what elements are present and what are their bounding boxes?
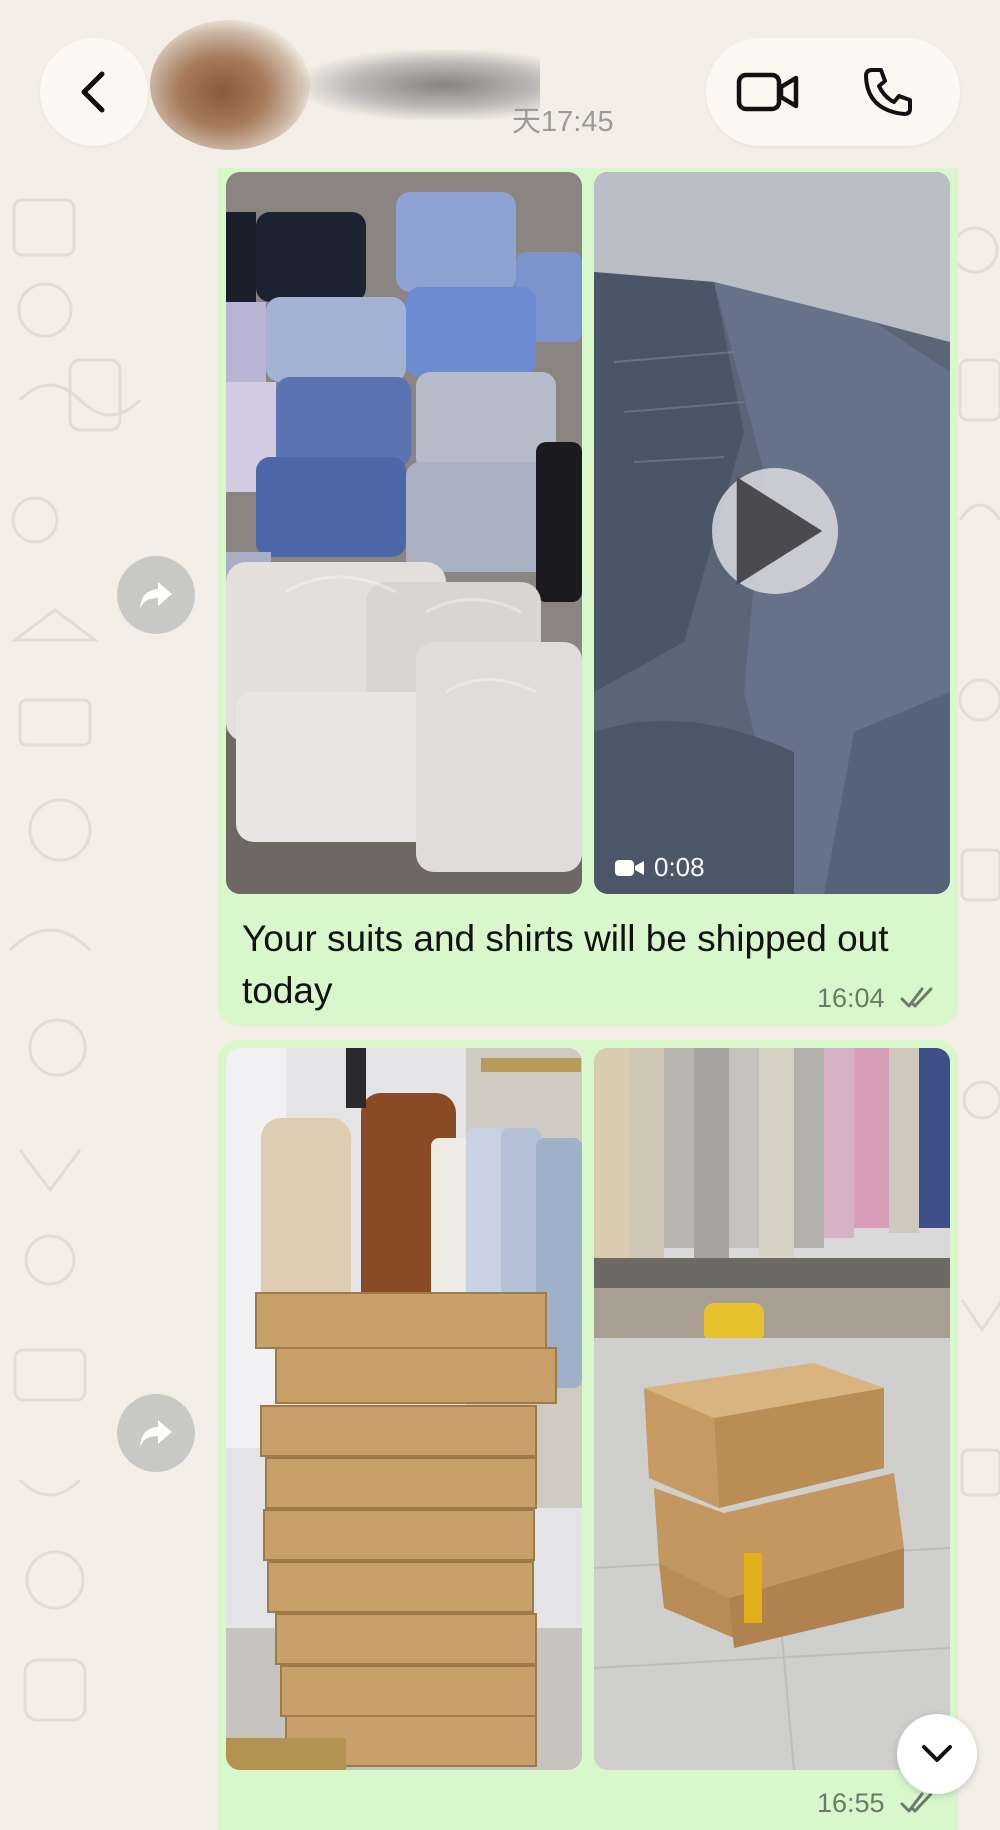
contact-avatar-redacted (150, 20, 310, 150)
video-duration-text: 0:08 (654, 852, 705, 882)
forward-button[interactable] (117, 556, 195, 634)
scroll-to-bottom-button[interactable] (897, 1714, 977, 1794)
back-button[interactable] (40, 38, 148, 146)
contact-info[interactable]: 天17:45 (150, 20, 710, 150)
play-icon (736, 477, 823, 585)
voice-call-button[interactable] (856, 60, 920, 124)
forward-button[interactable] (117, 1394, 195, 1472)
message-text: Your suits and shirts will be shipped ou… (242, 918, 889, 1011)
shirts-photo (226, 172, 582, 894)
double-check-icon (900, 987, 933, 1008)
video-camera-small-icon (615, 859, 644, 876)
photo-attachment[interactable] (226, 172, 582, 894)
forward-arrow-icon (140, 582, 172, 609)
chevron-left-icon (81, 71, 105, 113)
chevron-down-icon (922, 1745, 952, 1762)
stacked-boxes-photo (226, 1048, 582, 1770)
boxes-suit-rack-photo (594, 1048, 950, 1770)
video-camera-icon (736, 72, 799, 112)
photo-attachment[interactable] (594, 1048, 950, 1770)
video-attachment[interactable]: 0:08 (594, 172, 950, 894)
video-duration: 0:08 (614, 852, 705, 883)
forward-arrow-icon (140, 1420, 172, 1447)
double-check-icon (900, 1792, 933, 1813)
photo-attachment[interactable] (226, 1048, 582, 1770)
outgoing-message-bubble[interactable]: 0:08 Your suits and shirts will be shipp… (218, 168, 958, 1026)
contact-name-redacted (300, 50, 540, 120)
chat-header: 天17:45 (0, 0, 1000, 170)
outgoing-message-bubble[interactable]: 16:55 (218, 1040, 958, 1830)
play-button[interactable] (712, 468, 838, 594)
call-actions (706, 38, 960, 146)
message-time: 16:55 (817, 1788, 885, 1818)
phone-icon (864, 68, 912, 116)
message-time: 16:04 (817, 983, 885, 1013)
video-call-button[interactable] (736, 60, 800, 124)
last-seen-status: 天17:45 (512, 106, 614, 138)
